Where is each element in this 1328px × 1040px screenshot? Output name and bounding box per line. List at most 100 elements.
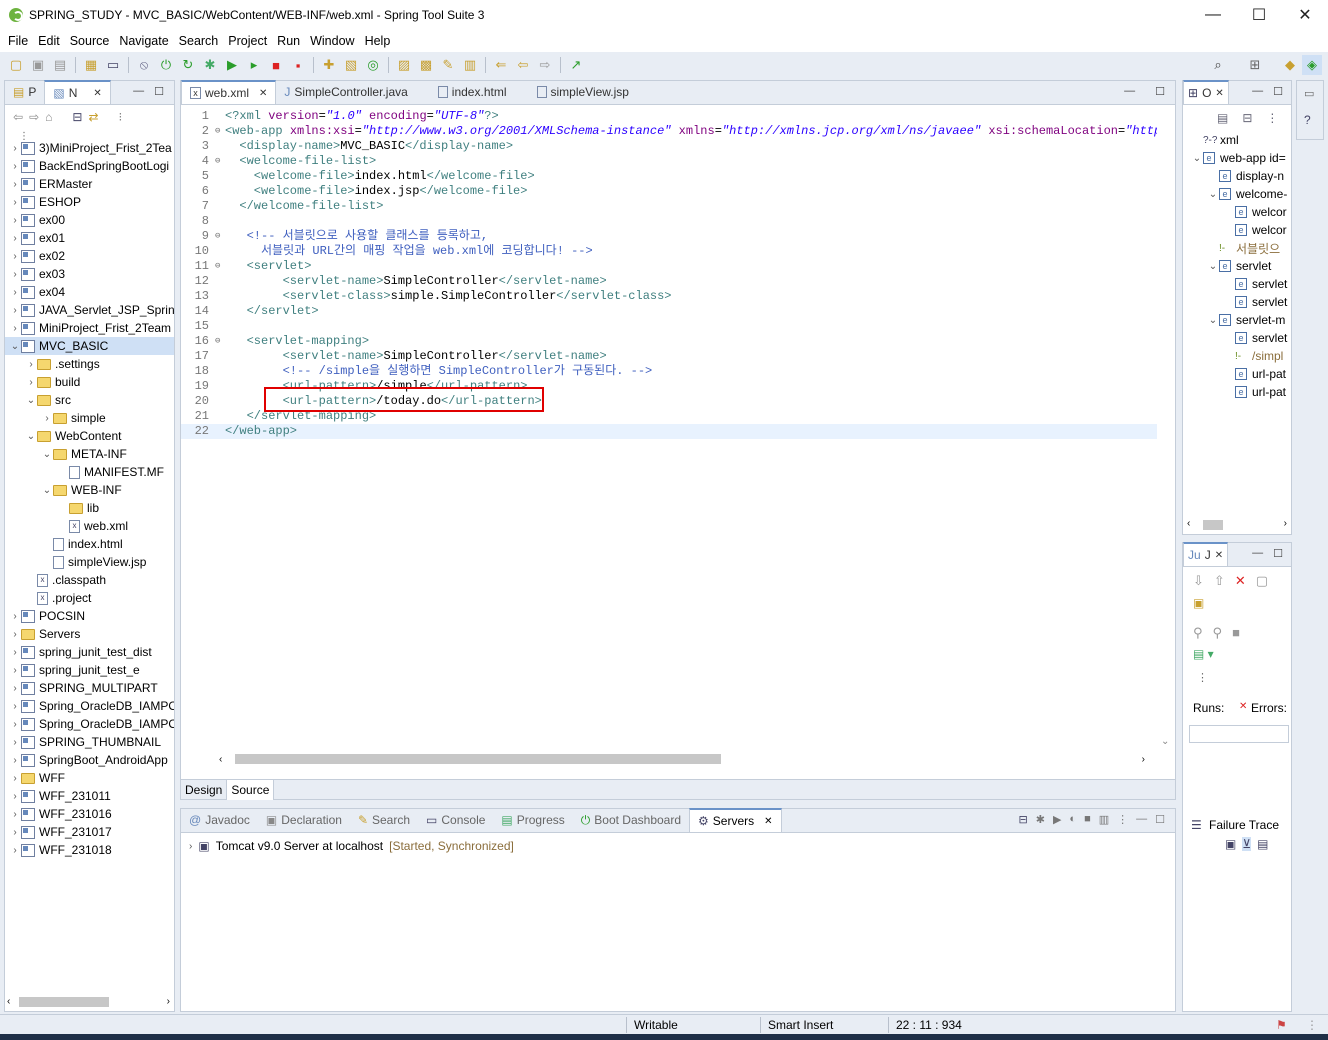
menu-navigate[interactable]: Navigate (114, 34, 173, 48)
tree-item[interactable]: › spring_junit_test_dist (5, 643, 174, 661)
tab-design[interactable]: Design (181, 780, 226, 800)
tree-item[interactable]: › ex04 (5, 283, 174, 301)
tree-item[interactable]: ⌄ MVC_BASIC (5, 337, 174, 355)
tree-item[interactable]: › Spring_OracleDB_IAMPO (5, 715, 174, 733)
code-line[interactable]: 12 <servlet-name>SimpleController</servl… (181, 274, 1157, 289)
chevron-down-icon[interactable]: ⌄ (1191, 153, 1203, 164)
tree-item[interactable]: › Servers (5, 625, 174, 643)
minimize-icon[interactable]: — (133, 85, 144, 98)
outline-item[interactable]: e servlet (1183, 293, 1291, 311)
code-line[interactable]: 11 ⊖ <servlet> (181, 259, 1157, 274)
tree-item[interactable]: ⌄ WebContent (5, 427, 174, 445)
chevron-down-icon[interactable]: ⌄ (1207, 189, 1219, 200)
code-line[interactable]: 1 <?xml version="1.0" encoding="UTF-8"?> (181, 109, 1157, 124)
tree-item[interactable]: › spring_junit_test_e (5, 661, 174, 679)
chevron-down-icon[interactable]: ⌄ (25, 395, 37, 406)
scroll-thumb[interactable] (1203, 520, 1223, 530)
new-spring-icon[interactable]: ◎ (363, 55, 383, 75)
chevron-right-icon[interactable]: › (9, 269, 21, 280)
scroll-left-icon[interactable]: ‹ (7, 996, 10, 1007)
open-perspective-icon[interactable]: ⊞ (1245, 55, 1265, 75)
menu-run[interactable]: Run (272, 34, 305, 48)
forward-icon[interactable]: ⇨ (535, 55, 555, 75)
chevron-down-icon[interactable]: ⌄ (1207, 315, 1219, 326)
help-icon[interactable]: ? (1304, 113, 1311, 127)
tree-item[interactable]: › MiniProject_Frist_2Team (5, 319, 174, 337)
maximize-icon[interactable]: ☐ (1155, 813, 1165, 826)
chevron-right-icon[interactable]: › (9, 701, 21, 712)
code-line[interactable]: 4 ⊖ <welcome-file-list> (181, 154, 1157, 169)
maximize-button[interactable]: ☐ (1236, 0, 1282, 30)
tab-javadoc[interactable]: @ Javadoc (181, 808, 258, 832)
chevron-right-icon[interactable]: › (189, 841, 192, 852)
tree-item[interactable]: x .classpath (5, 571, 174, 589)
chevron-right-icon[interactable]: › (9, 629, 21, 640)
chevron-right-icon[interactable]: › (9, 683, 21, 694)
maximize-icon[interactable]: ☐ (1273, 547, 1283, 560)
outline-item[interactable]: e url-pat (1183, 365, 1291, 383)
editor-vertical-scrollbar[interactable]: ⌄ (1157, 106, 1175, 749)
layout-icon[interactable]: ▤ ▾ (1193, 647, 1214, 661)
tree-item[interactable]: ⌄ WEB-INF (5, 481, 174, 499)
chevron-right-icon[interactable]: › (9, 773, 21, 784)
chevron-right-icon[interactable]: › (9, 809, 21, 820)
minimize-icon[interactable]: — (1136, 813, 1147, 826)
scroll-right-icon[interactable]: › (1142, 754, 1145, 765)
copy-icon[interactable]: ▤ (1257, 837, 1268, 851)
menu-search[interactable]: Search (174, 34, 224, 48)
tree-item[interactable]: › simple (5, 409, 174, 427)
menu-source[interactable]: Source (65, 34, 115, 48)
tree-item[interactable]: › ex03 (5, 265, 174, 283)
outline-item[interactable]: ⌄ e servlet (1183, 257, 1291, 275)
scroll-right-icon[interactable]: › (167, 996, 170, 1007)
outline-item[interactable]: ⌄ e web-app id= (1183, 149, 1291, 167)
open-folder-icon[interactable]: ▩ (416, 55, 436, 75)
chevron-right-icon[interactable]: › (9, 791, 21, 802)
outline-item[interactable]: e welcor (1183, 221, 1291, 239)
print-icon[interactable]: ▦ (81, 55, 101, 75)
outline-item[interactable]: e welcor (1183, 203, 1291, 221)
scroll-down-icon[interactable]: ⌄ (1161, 736, 1169, 747)
tree-item[interactable]: › SPRING_THUMBNAIL (5, 733, 174, 751)
tab-junit[interactable]: Ju J ✕ (1183, 542, 1229, 566)
notification-icon[interactable]: ⚑ (1276, 1018, 1287, 1032)
chevron-right-icon[interactable]: › (9, 143, 21, 154)
tab-navigator[interactable]: ▧ N ✕ (44, 80, 111, 104)
filter-icon[interactable]: ⊻ (1242, 837, 1252, 851)
chevron-down-icon[interactable]: ⌄ (41, 449, 53, 460)
console-icon[interactable]: ▭ (103, 55, 123, 75)
code-editor[interactable]: 1 <?xml version="1.0" encoding="UTF-8"?> 2… (181, 106, 1157, 749)
code-line[interactable]: 14 </servlet> (181, 304, 1157, 319)
menu-file[interactable]: File (3, 34, 33, 48)
chevron-right-icon[interactable]: › (9, 665, 21, 676)
pin-editor-icon[interactable]: ↗ (566, 55, 586, 75)
tab-web-xml[interactable]: x web.xml ✕ (181, 80, 277, 104)
sort-icon[interactable]: ▤ (1217, 111, 1228, 125)
tree-item[interactable]: › POCSIN (5, 607, 174, 625)
java-ee-perspective-icon[interactable]: ◆ (1280, 55, 1300, 75)
code-line[interactable]: 16 ⊖ <servlet-mapping> (181, 334, 1157, 349)
open-type-icon[interactable]: ▨ (394, 55, 414, 75)
code-line[interactable]: 9 ⊖ <!-- 서블릿으로 사용할 클래스를 등록하고, (181, 229, 1157, 244)
scroll-thumb[interactable] (19, 997, 109, 1007)
minimize-icon[interactable]: — (1252, 85, 1263, 98)
tree-item[interactable]: MANIFEST.MF (5, 463, 174, 481)
tab-source[interactable]: Source (226, 779, 275, 800)
tree-item[interactable]: › ESHOP (5, 193, 174, 211)
maximize-icon[interactable]: ☐ (1273, 85, 1283, 98)
code-line[interactable]: 8 (181, 214, 1157, 229)
menu-project[interactable]: Project (223, 34, 272, 48)
outline-item[interactable]: e servlet (1183, 275, 1291, 293)
code-line[interactable]: 18 <!-- /simple을 실행하면 SimpleController가 … (181, 364, 1157, 379)
tree-item[interactable]: › WFF_231017 (5, 823, 174, 841)
terminate-icon[interactable]: ▪ (288, 55, 308, 75)
maximize-icon[interactable]: ☐ (1155, 85, 1165, 98)
chevron-right-icon[interactable]: › (9, 845, 21, 856)
save-icon[interactable]: ▣ (28, 55, 48, 75)
chevron-right-icon[interactable]: › (9, 323, 21, 334)
chevron-right-icon[interactable]: › (25, 377, 37, 388)
tree-item[interactable]: › ex02 (5, 247, 174, 265)
outline-item[interactable]: e servlet (1183, 329, 1291, 347)
minimize-button[interactable]: — (1190, 0, 1236, 30)
code-line[interactable]: 10 서블릿과 URL간의 매핑 작업을 web.xml에 코딩합니다! --> (181, 244, 1157, 259)
